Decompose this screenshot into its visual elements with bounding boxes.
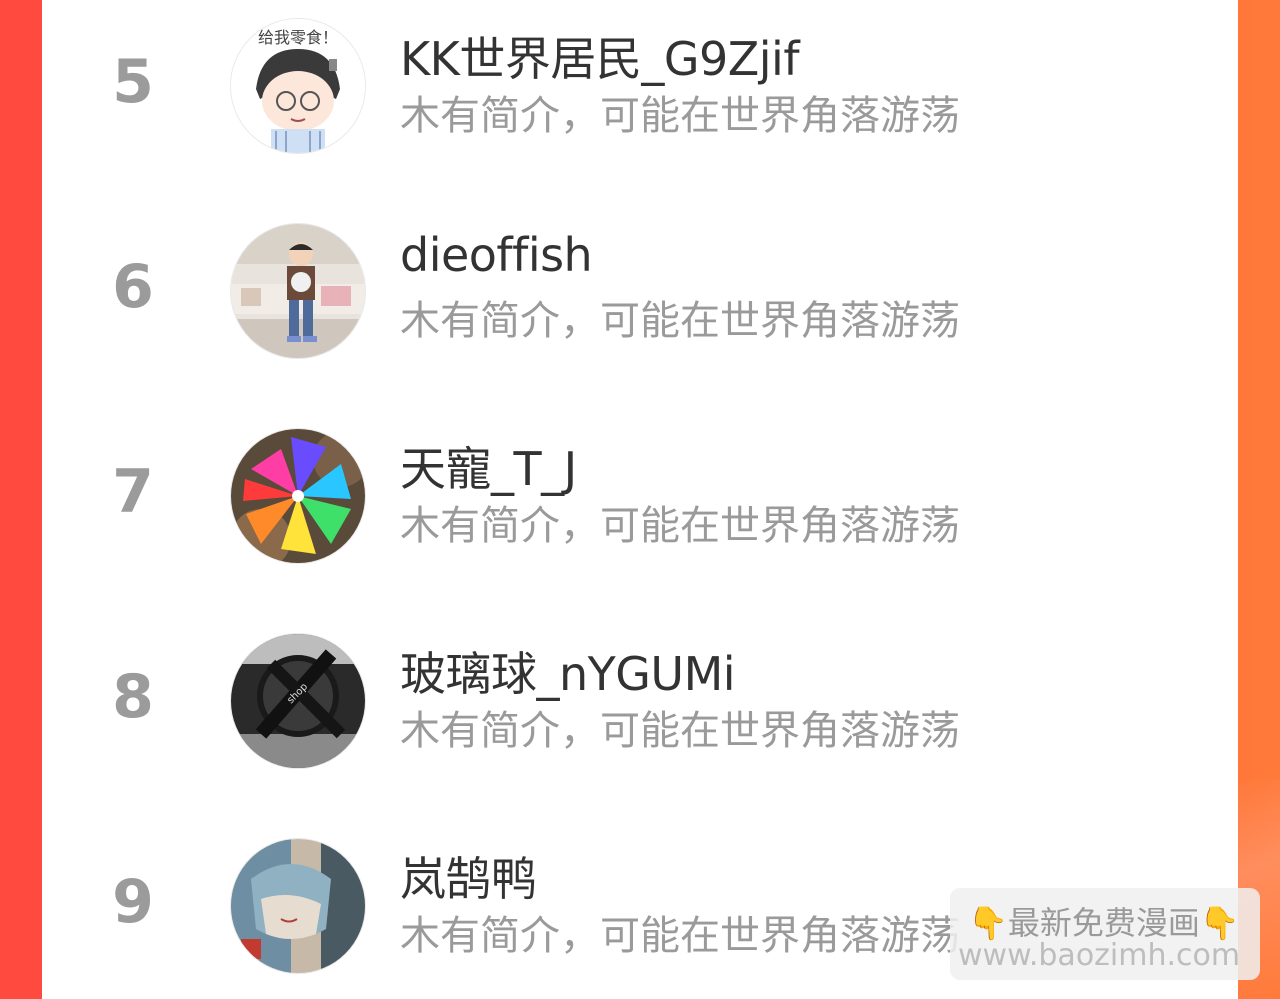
list-item[interactable]: 7 天寵_T_J 木有简介，可能在世界角落游荡 [42, 415, 1238, 565]
anime-illustration-avatar [231, 839, 365, 973]
avatar[interactable] [230, 428, 366, 564]
avatar[interactable]: 给我零食！ [230, 18, 366, 154]
avatar[interactable]: shop [230, 633, 366, 769]
pointing-down-icon: 👇 [1199, 904, 1240, 942]
user-name[interactable]: 天寵_T_J [400, 433, 577, 499]
rank-number: 5 [112, 47, 154, 117]
cartoon-boy-avatar: 给我零食！ [231, 19, 365, 153]
rank-number: 7 [112, 457, 154, 527]
avatar[interactable] [230, 223, 366, 359]
list-item[interactable]: 6 dieoffish 木有简介，可能在世界角落游荡 [42, 210, 1238, 360]
ranking-panel: 5 给我零食！ KK世界居民_G9Zjif 木有简介，可能在世界角落游荡 6 d… [42, 0, 1238, 999]
list-item[interactable]: 8 shop 玻璃球_nYGUMi 木有简介，可能在世界角落游荡 [42, 620, 1238, 770]
bw-photo-avatar: shop [231, 634, 365, 768]
watermark-url: www.baozimh.com [958, 938, 1241, 973]
user-description: 木有简介，可能在世界角落游荡 [400, 503, 960, 549]
rank-number: 6 [112, 252, 154, 322]
avatar[interactable] [230, 838, 366, 974]
user-name[interactable]: KK世界居民_G9Zjif [400, 23, 800, 89]
svg-text:给我零食！: 给我零食！ [258, 28, 338, 47]
user-description: 木有简介，可能在世界角落游荡 [400, 708, 960, 754]
list-item[interactable]: 5 给我零食！ KK世界居民_G9Zjif 木有简介，可能在世界角落游荡 [42, 5, 1238, 155]
rank-number: 8 [112, 662, 154, 732]
user-name[interactable]: 岚鹄鸭 [400, 843, 537, 909]
pinwheel-avatar [231, 429, 365, 563]
user-name[interactable]: 玻璃球_nYGUMi [400, 638, 736, 704]
watermark-title-text: 最新免费漫画 [1007, 904, 1200, 942]
watermark-badge: 👇最新免费漫画👇 www.baozimh.com [950, 888, 1260, 980]
user-name[interactable]: dieoffish [400, 228, 593, 282]
user-description: 木有简介，可能在世界角落游荡 [400, 93, 960, 139]
rank-number: 9 [112, 867, 154, 937]
pointing-down-icon: 👇 [968, 904, 1008, 942]
user-description: 木有简介，可能在世界角落游荡 [400, 913, 960, 959]
user-description: 木有简介，可能在世界角落游荡 [400, 298, 960, 344]
child-photo-avatar [231, 224, 365, 358]
